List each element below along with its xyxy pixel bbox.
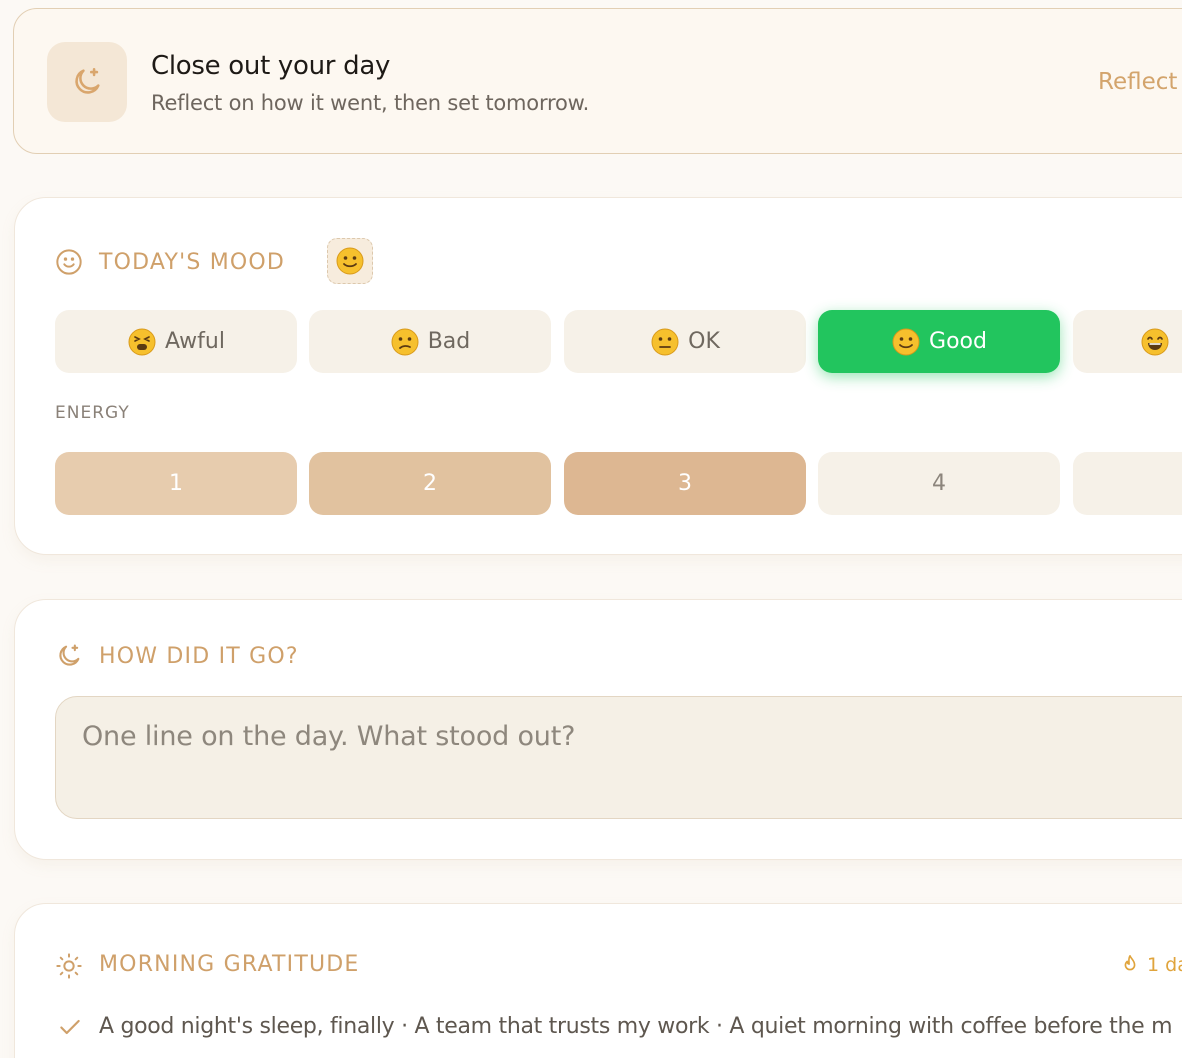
tired-face-emoji-icon [128,328,156,355]
mood-section-label: TODAY'S MOOD [99,250,286,275]
mood-option-label: OK [688,329,720,354]
confused-face-emoji-icon [391,328,419,355]
header-subtitle: Reflect on how it went, then set tomorro… [151,91,590,115]
mood-option-label: Good [929,329,987,354]
moon-icon-box [47,42,127,122]
energy-label: ENERGY [55,403,130,423]
gratitude-section-label: MORNING GRATITUDE [99,952,360,977]
current-mood-badge [327,238,373,284]
grinning-face-emoji-icon [1141,328,1169,355]
energy-level-2[interactable]: 2 [309,452,551,515]
energy-level-5[interactable] [1073,452,1182,515]
header-title: Close out your day [151,51,391,81]
mood-option-label: Bad [427,329,471,354]
mood-option-awful[interactable]: Awful [55,310,297,373]
sun-icon [56,953,82,979]
mood-option-ok[interactable]: OK [564,310,806,373]
mood-option-good[interactable]: Good [818,310,1060,373]
mood-option-label: Awful [165,329,225,354]
streak-badge: 1 da [1119,954,1182,976]
reflect-link[interactable]: Reflect [1098,69,1177,95]
mood-option-great[interactable] [1073,310,1182,373]
check-icon [60,1019,80,1035]
gratitude-entries: A good night's sleep, finally · A team t… [99,1014,1173,1039]
neutral-face-emoji-icon [651,328,679,355]
mood-option-bad[interactable]: Bad [309,310,551,373]
page: Close out your day Reflect on how it wen… [0,0,1182,1058]
smiling-face-emoji-icon [892,328,920,355]
smiling-face-emoji-icon [336,247,364,275]
close-out-day-header: Close out your day Reflect on how it wen… [13,8,1182,154]
reflection-section-label: HOW DID IT GO? [99,644,299,669]
moon-star-icon [75,67,100,94]
streak-text: 1 da [1147,954,1182,976]
reflection-card: HOW DID IT GO? One line on the day. What… [14,599,1182,860]
energy-level-4[interactable]: 4 [818,452,1060,515]
day-reflection-input[interactable]: One line on the day. What stood out? [55,696,1182,819]
flame-icon [1124,955,1136,971]
smile-icon [56,249,82,275]
moon-star-icon [59,644,80,666]
mood-card: TODAY'S MOOD Awful Bad OK Good ENERGY 1 … [14,197,1182,555]
energy-level-1[interactable]: 1 [55,452,297,515]
gratitude-card: MORNING GRATITUDE 1 da A good night's sl… [14,903,1182,1058]
energy-level-3[interactable]: 3 [564,452,806,515]
